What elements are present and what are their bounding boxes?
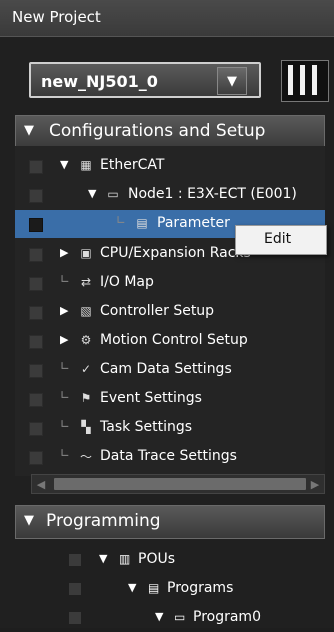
context-menu: Edit <box>235 225 327 255</box>
tree-line-icon: ∟ <box>60 388 71 402</box>
tree-item-ethercat[interactable]: ▼ ▦ EtherCAT <box>15 152 325 180</box>
item-checkbox[interactable] <box>69 554 81 566</box>
item-checkbox[interactable] <box>29 422 43 436</box>
tree-item-label: Data Trace Settings <box>100 448 237 464</box>
tree-item-programs[interactable]: ▼ ▤ Programs <box>15 575 325 603</box>
device-icon[interactable] <box>281 60 329 102</box>
tree-item-pous[interactable]: ▼ ▥ POUs <box>15 546 325 574</box>
horizontal-scrollbar[interactable]: ◀ ▶ <box>31 474 325 494</box>
tree-item-label: Cam Data Settings <box>100 361 232 377</box>
tree-item-label: Programs <box>167 580 234 596</box>
tree-item-node1[interactable]: ▼ ▭ Node1 : E3X-ECT (E001) <box>15 181 325 209</box>
gear-icon: ⚙ <box>80 333 92 347</box>
title-bar: New Project <box>0 0 334 37</box>
item-checkbox[interactable] <box>29 393 43 407</box>
section-title: Programming <box>46 511 161 531</box>
tree-item-label: Task Settings <box>100 419 193 435</box>
item-checkbox[interactable] <box>29 248 43 262</box>
tree-item-label: POUs <box>138 551 176 567</box>
tree-line-icon: ∟ <box>116 213 127 227</box>
expander-icon[interactable]: ▶ <box>60 304 68 317</box>
controller-select-value: new_NJ501_0 <box>41 72 158 91</box>
tree-item-label: Event Settings <box>100 390 202 406</box>
pous-icon: ▥ <box>119 552 131 566</box>
tree-item-label: I/O Map <box>100 274 154 290</box>
scroll-left-icon[interactable]: ◀ <box>32 475 50 493</box>
tree-item-label: CPU/Expansion Racks <box>100 245 251 261</box>
item-checkbox[interactable] <box>29 306 43 320</box>
controller-select[interactable]: new_NJ501_0 ▼ <box>29 62 261 98</box>
expander-icon[interactable]: ▼ <box>60 158 68 171</box>
tree-item-controller-setup[interactable]: ▶ ▧ Controller Setup <box>15 298 325 326</box>
item-checkbox[interactable] <box>69 612 81 624</box>
expander-icon[interactable]: ▼ <box>155 610 163 623</box>
tree-item-cam-data[interactable]: ∟ ✓ Cam Data Settings <box>15 356 325 384</box>
context-menu-edit[interactable]: Edit <box>264 231 291 247</box>
task-icon: ▚ <box>81 420 91 434</box>
io-map-icon: ⇄ <box>80 275 92 289</box>
expander-icon[interactable]: ▼ <box>88 187 96 200</box>
tree-line-icon: ∟ <box>60 359 71 373</box>
section-programming[interactable]: ▼ Programming <box>15 505 325 539</box>
tree-item-event-settings[interactable]: ∟ ⚑ Event Settings <box>15 385 325 413</box>
section-configurations[interactable]: ▼ Configurations and Setup <box>15 115 325 149</box>
trace-icon: 〜 <box>79 449 92 464</box>
scroll-right-icon[interactable]: ▶ <box>306 475 324 493</box>
programs-icon: ▤ <box>148 581 160 595</box>
tree-item-label: Motion Control Setup <box>100 332 248 348</box>
tree-item-data-trace[interactable]: ∟ 〜 Data Trace Settings <box>15 443 325 471</box>
item-checkbox[interactable] <box>29 218 43 232</box>
tree-item-label: Parameter <box>157 215 230 231</box>
item-checkbox[interactable] <box>69 583 81 595</box>
item-checkbox[interactable] <box>29 277 43 291</box>
program-icon: ▭ <box>174 610 186 624</box>
tree-item-label: Program0 <box>193 609 261 625</box>
tree-item-motion-control[interactable]: ▶ ⚙ Motion Control Setup <box>15 327 325 355</box>
scrollbar-thumb[interactable] <box>54 478 306 490</box>
flag-icon: ⚑ <box>80 391 92 405</box>
tree-item-label: Node1 : E3X-ECT (E001) <box>128 186 297 202</box>
item-checkbox[interactable] <box>29 335 43 349</box>
tree-item-io-map[interactable]: ∟ ⇄ I/O Map <box>15 269 325 297</box>
collapse-triangle-icon: ▼ <box>24 123 34 138</box>
chevron-down-icon[interactable]: ▼ <box>217 67 247 95</box>
tree-item-task-settings[interactable]: ∟ ▚ Task Settings <box>15 414 325 442</box>
multiview-explorer: New Project new_NJ501_0 ▼ ▼ Configuratio… <box>0 0 334 628</box>
parameter-icon: ▤ <box>136 216 148 230</box>
item-checkbox[interactable] <box>29 451 43 465</box>
collapse-triangle-icon: ▼ <box>24 513 34 528</box>
window-title: New Project <box>12 8 101 26</box>
tree-item-label: EtherCAT <box>100 157 165 173</box>
expander-icon[interactable]: ▼ <box>128 581 136 594</box>
expander-icon[interactable]: ▶ <box>60 333 68 346</box>
controller-setup-icon: ▧ <box>80 304 92 318</box>
tree-line-icon: ∟ <box>60 446 71 460</box>
item-checkbox[interactable] <box>29 364 43 378</box>
expander-icon[interactable]: ▼ <box>99 552 107 565</box>
tree-item-label: Controller Setup <box>100 303 215 319</box>
ethercat-icon: ▦ <box>80 158 92 172</box>
section-title: Configurations and Setup <box>49 121 266 141</box>
tree-line-icon: ∟ <box>60 417 71 431</box>
expander-icon[interactable]: ▶ <box>60 246 68 259</box>
cam-icon: ✓ <box>80 362 92 376</box>
node-icon: ▭ <box>107 187 119 201</box>
rack-icon: ▣ <box>80 246 92 260</box>
tree-line-icon: ∟ <box>60 272 71 286</box>
item-checkbox[interactable] <box>29 189 43 203</box>
item-checkbox[interactable] <box>29 160 43 174</box>
